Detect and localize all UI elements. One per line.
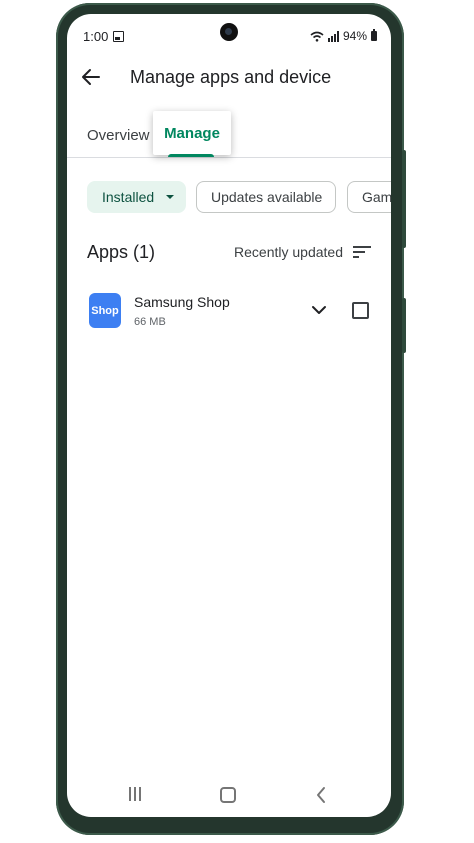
app-name: Samsung Shop [134,294,230,310]
signal-icon [327,30,339,42]
back-icon[interactable] [315,785,327,805]
recent-apps-icon[interactable] [129,785,145,805]
status-time: 1:00 [83,29,109,44]
system-nav-bar [67,779,391,813]
games-chip[interactable]: Games [347,181,391,213]
home-icon[interactable] [220,785,236,805]
app-select-checkbox[interactable] [352,302,369,319]
tab-manage[interactable]: Manage [153,111,231,155]
battery-icon [371,29,377,41]
page-title: Manage apps and device [130,67,332,87]
apps-count: Apps (1) [87,242,156,262]
apps-header: Apps (1) Recently updated [87,242,371,266]
tab-bar: Overview Manage [67,111,391,158]
front-camera [220,23,238,41]
chevron-down-icon[interactable] [311,304,327,316]
sort-button[interactable]: Recently updated [234,244,371,260]
filter-chips: Installed Updates available Games [87,181,391,215]
dropdown-arrow-icon [166,195,175,199]
status-bar: 1:00 94% [67,14,391,54]
status-right-group: 94% [310,29,377,43]
app-size: 66 MB [134,316,166,328]
tab-indicator [168,154,214,157]
power-button [402,298,406,353]
volume-button [402,150,406,248]
samsung-shop-app-icon: Shop [89,293,121,328]
installed-chip-label: Installed [102,189,155,205]
status-time-group: 1:00 [83,29,125,44]
updates-available-chip[interactable]: Updates available [196,181,336,213]
wifi-icon [310,31,324,42]
arrow-left-icon[interactable] [79,65,103,89]
installed-filter-chip[interactable]: Installed [87,181,186,213]
sort-icon [353,245,371,259]
screen: 1:00 94% Manage apps and device Overview… [67,14,391,817]
gallery-icon [113,31,125,42]
battery-percent: 94% [342,29,367,43]
app-list-item[interactable]: Shop Samsung Shop 66 MB [87,293,371,333]
tab-overview[interactable]: Overview [87,114,150,156]
app-bar: Manage apps and device [67,62,391,94]
sort-label: Recently updated [234,244,343,260]
